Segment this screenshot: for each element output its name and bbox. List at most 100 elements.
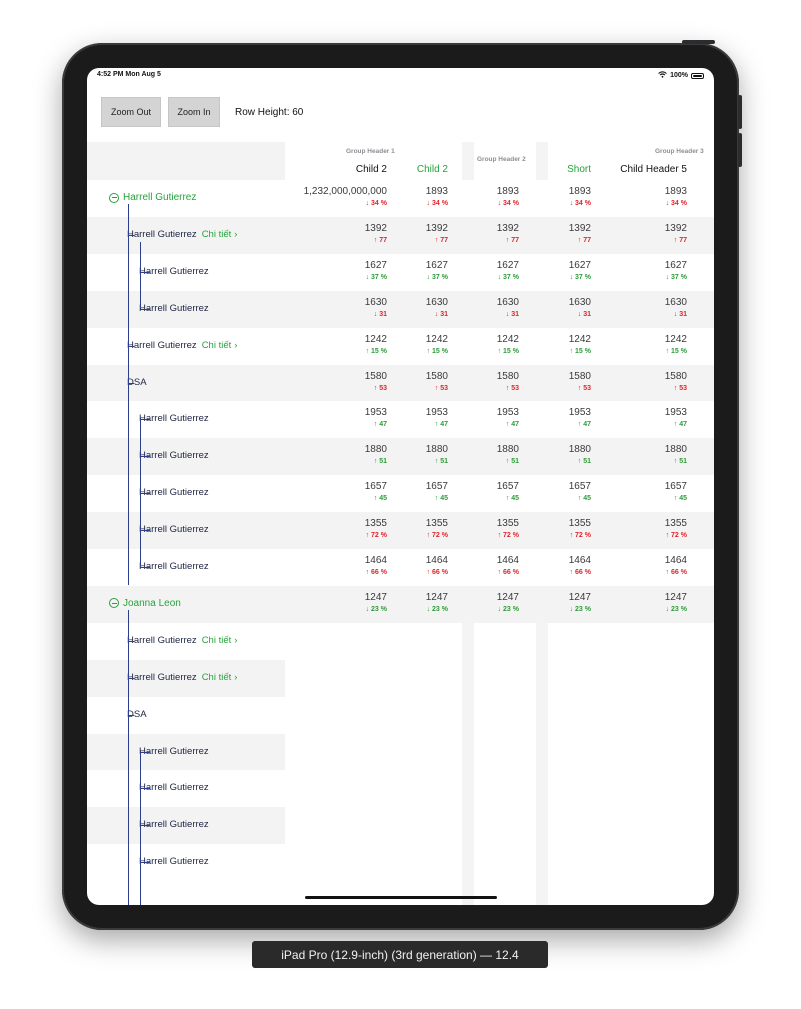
data-cell[interactable]: 1580 ↑ 53 <box>267 371 387 393</box>
data-cell[interactable]: 1247 ↓ 23 % <box>378 592 448 614</box>
data-cell[interactable]: 1657 ↑ 45 <box>617 481 687 503</box>
tree-row[interactable] <box>87 696 285 734</box>
zoom-in-button[interactable]: Zoom In <box>168 97 220 127</box>
tree-row[interactable] <box>87 364 285 402</box>
chevron-right-icon[interactable]: › <box>234 672 237 683</box>
data-cell[interactable]: 1242 ↑ 15 % <box>267 334 387 356</box>
detail-link[interactable]: Chi tiết <box>202 635 232 646</box>
group-row-label[interactable]: Harrell Gutierrez <box>109 192 196 203</box>
data-cell[interactable]: 1657 ↑ 45 <box>521 481 591 503</box>
data-cell[interactable]: 1627 ↓ 37 % <box>267 260 387 282</box>
cell-value: 1630 <box>568 296 591 308</box>
data-cell[interactable]: 1355 ↑ 72 % <box>378 518 448 540</box>
column-header-child-5[interactable]: Child Header 5 <box>597 164 687 175</box>
chevron-right-icon[interactable]: › <box>234 340 237 351</box>
detail-link[interactable]: Chi tiết <box>202 229 232 240</box>
data-cell[interactable]: 1953 ↑ 47 <box>449 407 519 429</box>
data-cell[interactable]: 1880 ↑ 51 <box>378 444 448 466</box>
data-cell[interactable]: 1242 ↑ 15 % <box>521 334 591 356</box>
data-cell[interactable]: 1893 ↓ 34 % <box>617 186 687 208</box>
group-row-label[interactable]: Joanna Leon <box>109 598 181 609</box>
data-cell[interactable]: 1880 ↑ 51 <box>449 444 519 466</box>
cell-value: 1953 <box>425 407 448 419</box>
detail-link[interactable]: Chi tiết <box>202 672 232 683</box>
data-cell[interactable]: 1247 ↓ 23 % <box>617 592 687 614</box>
data-cell[interactable]: 1657 ↑ 45 <box>378 481 448 503</box>
data-cell[interactable]: 1580 ↑ 53 <box>617 371 687 393</box>
tree-row-label[interactable]: Harrell Gutierrez Chi tiết › <box>127 635 237 646</box>
data-cell[interactable]: 1627 ↓ 37 % <box>449 260 519 282</box>
data-cell[interactable]: 1630 ↓ 31 <box>617 297 687 319</box>
detail-link[interactable]: Chi tiết <box>202 340 232 351</box>
data-cell[interactable]: 1580 ↑ 53 <box>449 371 519 393</box>
cell-delta: ↑ 51 <box>673 458 687 466</box>
data-cell[interactable]: 1953 ↑ 47 <box>378 407 448 429</box>
data-cell[interactable]: 1627 ↓ 37 % <box>378 260 448 282</box>
data-cell[interactable]: 1953 ↑ 47 <box>521 407 591 429</box>
data-cell[interactable]: 1893 ↓ 34 % <box>449 186 519 208</box>
data-cell[interactable]: 1953 ↑ 47 <box>267 407 387 429</box>
chevron-right-icon[interactable]: › <box>234 635 237 646</box>
data-cell[interactable]: 1627 ↓ 37 % <box>617 260 687 282</box>
data-cell[interactable]: 1247 ↓ 23 % <box>267 592 387 614</box>
cell-value: 1355 <box>568 518 591 530</box>
data-cell[interactable]: 1247 ↓ 23 % <box>449 592 519 614</box>
data-cell[interactable]: 1627 ↓ 37 % <box>521 260 591 282</box>
cell-delta: ↓ 23 % <box>665 605 687 613</box>
data-cell[interactable]: 1464 ↑ 66 % <box>617 555 687 577</box>
data-cell[interactable]: 1630 ↓ 31 <box>449 297 519 319</box>
data-cell[interactable]: 1355 ↑ 72 % <box>267 518 387 540</box>
cell-delta: ↑ 51 <box>373 458 387 466</box>
header-corner <box>87 142 285 180</box>
data-cell[interactable]: 1392 ↑ 77 <box>378 223 448 245</box>
tree-row-label[interactable]: Harrell Gutierrez Chi tiết › <box>127 229 237 240</box>
data-cell[interactable]: 1392 ↑ 77 <box>521 223 591 245</box>
data-cell[interactable]: 1247 ↓ 23 % <box>521 592 591 614</box>
data-cell[interactable]: 1580 ↑ 53 <box>378 371 448 393</box>
tree-row-label[interactable]: Harrell Gutierrez Chi tiết › <box>127 672 237 683</box>
data-cell[interactable]: 1355 ↑ 72 % <box>617 518 687 540</box>
data-cell[interactable]: 1880 ↑ 51 <box>521 444 591 466</box>
data-cell[interactable]: 1893 ↓ 34 % <box>378 186 448 208</box>
column-header-child-2[interactable]: Child 2 <box>327 164 387 175</box>
data-cell[interactable]: 1580 ↑ 53 <box>521 371 591 393</box>
data-cell[interactable]: 1392 ↑ 77 <box>449 223 519 245</box>
data-cell[interactable]: 1464 ↑ 66 % <box>267 555 387 577</box>
cell-delta: ↑ 47 <box>373 421 387 429</box>
cell-value: 1893 <box>496 186 519 197</box>
data-cell[interactable]: 1355 ↑ 72 % <box>521 518 591 540</box>
data-cell[interactable]: 1630 ↓ 31 <box>267 297 387 319</box>
chevron-right-icon[interactable]: › <box>234 229 237 240</box>
data-cell[interactable]: 1953 ↑ 47 <box>617 407 687 429</box>
data-cell[interactable]: 1242 ↑ 15 % <box>378 334 448 356</box>
top-button <box>682 40 715 44</box>
data-cell[interactable]: 1242 ↑ 15 % <box>449 334 519 356</box>
home-indicator <box>305 896 497 899</box>
column-header-short[interactable]: Short <box>541 164 591 175</box>
data-cell[interactable]: 1630 ↓ 31 <box>378 297 448 319</box>
data-cell[interactable]: 1355 ↑ 72 % <box>449 518 519 540</box>
cell-value: 1392 <box>664 222 687 234</box>
data-cell[interactable]: 1657 ↑ 45 <box>267 481 387 503</box>
cell-delta: ↑ 15 % <box>365 347 387 355</box>
data-cell[interactable]: 1630 ↓ 31 <box>521 297 591 319</box>
data-cell[interactable]: 1392 ↑ 77 <box>617 223 687 245</box>
tree-row-label[interactable]: Harrell Gutierrez Chi tiết › <box>127 340 237 351</box>
data-cell[interactable]: 1880 ↑ 51 <box>617 444 687 466</box>
cell-delta: ↑ 77 <box>505 236 519 244</box>
data-cell[interactable]: 1464 ↑ 66 % <box>378 555 448 577</box>
data-cell[interactable]: 1657 ↑ 45 <box>449 481 519 503</box>
data-cell[interactable]: 1464 ↑ 66 % <box>521 555 591 577</box>
data-cell[interactable]: 1392 ↑ 77 <box>267 223 387 245</box>
data-cell[interactable]: 1880 ↑ 51 <box>267 444 387 466</box>
data-cell[interactable]: 1,232,000,000,000 ↓ 34 % <box>267 186 387 208</box>
data-cell[interactable]: 1464 ↑ 66 % <box>449 555 519 577</box>
column-header-child-2-b[interactable]: Child 2 <box>387 164 448 175</box>
tree-guide-line <box>128 204 129 585</box>
cell-value: 1355 <box>496 518 519 530</box>
data-cell[interactable]: 1242 ↑ 15 % <box>617 334 687 356</box>
collapse-minus-icon[interactable] <box>109 192 119 203</box>
collapse-minus-icon[interactable] <box>109 598 119 609</box>
data-cell[interactable]: 1893 ↓ 34 % <box>521 186 591 208</box>
zoom-out-button[interactable]: Zoom Out <box>101 97 161 127</box>
